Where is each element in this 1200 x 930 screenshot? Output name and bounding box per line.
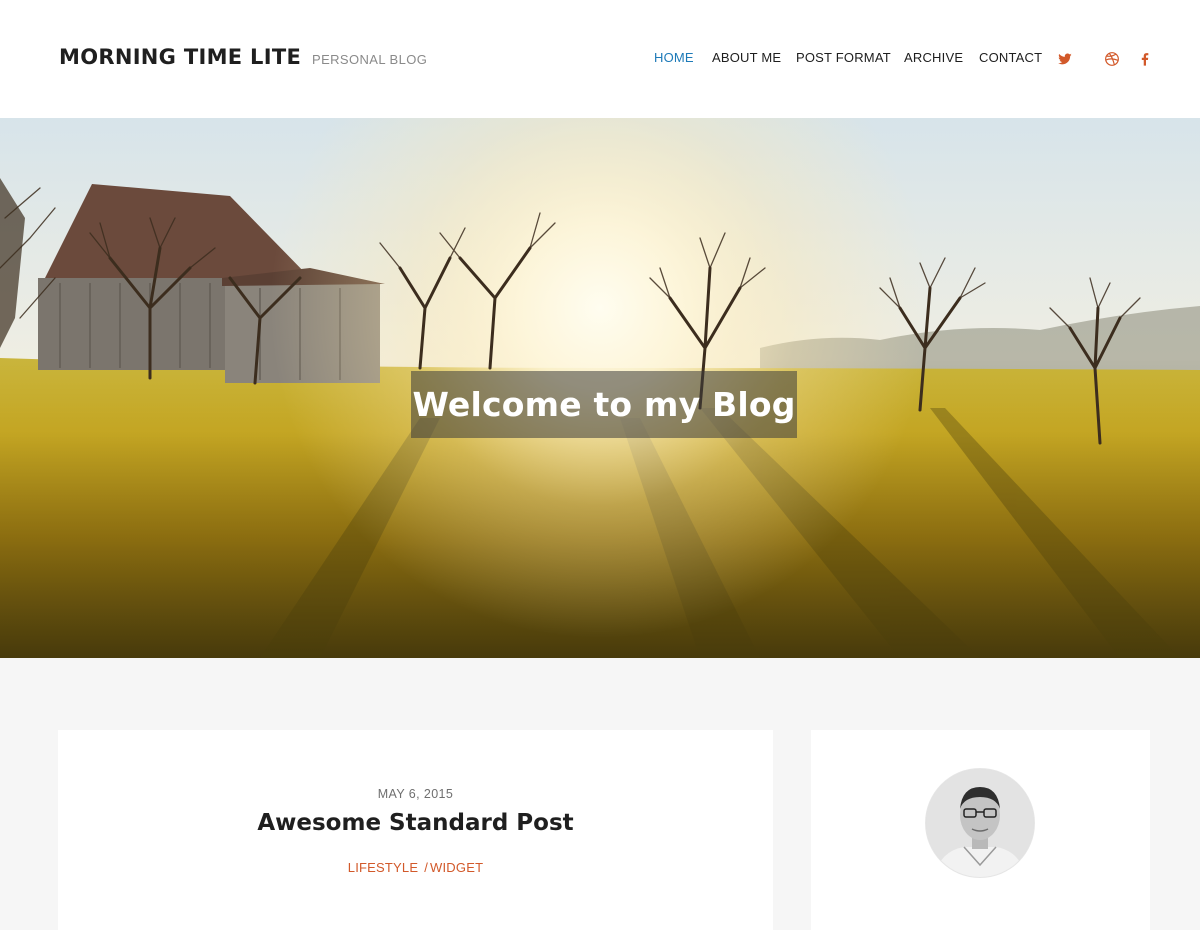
sidebar-about-widget [811, 730, 1150, 930]
nav-item-about-me[interactable]: ABOUT ME [712, 50, 781, 65]
avatar [926, 769, 1034, 877]
nav-item-contact[interactable]: CONTACT [979, 50, 1042, 65]
hero-title: Welcome to my Blog [412, 385, 796, 424]
category-link-widget[interactable]: WIDGET [430, 860, 483, 875]
main-nav: HOME ABOUT ME POST FORMAT ARCHIVE CONTAC… [0, 50, 1200, 70]
post-categories: LIFESTYLE / WIDGET [58, 860, 773, 875]
hero-title-box: Welcome to my Blog [411, 371, 797, 438]
dribbble-icon[interactable] [1104, 51, 1120, 67]
post-date: MAY 6, 2015 [377, 787, 454, 801]
post-title[interactable]: Awesome Standard Post [58, 810, 773, 836]
nav-item-post-format[interactable]: POST FORMAT [796, 50, 891, 65]
facebook-icon[interactable] [1137, 51, 1153, 67]
hero-banner: Welcome to my Blog [0, 118, 1200, 658]
nav-item-home[interactable]: HOME [654, 50, 694, 65]
nav-item-archive[interactable]: ARCHIVE [904, 50, 963, 65]
category-link-lifestyle[interactable]: LIFESTYLE [348, 860, 418, 875]
site-header: MORNING TIME LITE PERSONAL BLOG HOME ABO… [0, 0, 1200, 118]
twitter-icon[interactable] [1057, 51, 1073, 67]
post-card: MAY 6, 2015 Awesome Standard Post LIFEST… [58, 730, 773, 930]
category-separator: / [424, 860, 429, 875]
